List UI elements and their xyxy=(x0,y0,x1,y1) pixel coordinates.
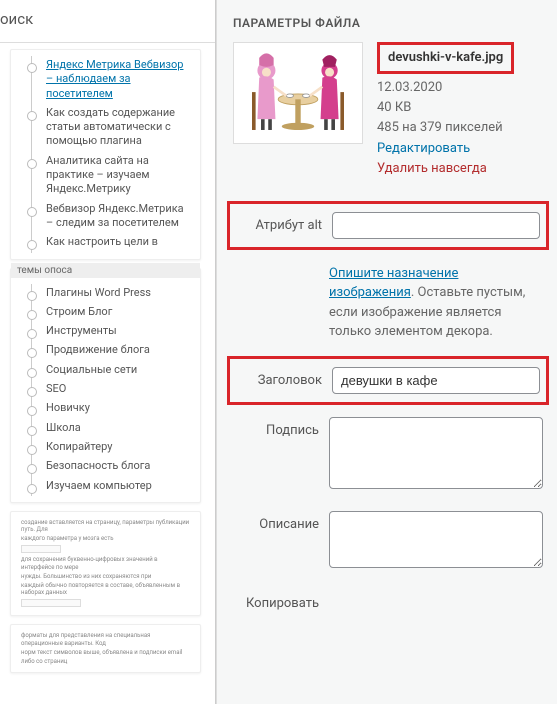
thumb-card-1[interactable]: Яндекс Метрика Вебвизор – наблюдаем за п… xyxy=(10,49,201,260)
tiny-text: создание вставляется на страницу, параме… xyxy=(21,518,192,534)
list-item[interactable]: Изучаем компьютер xyxy=(46,477,192,496)
caption-label: Подпись xyxy=(233,417,319,438)
tiny-box xyxy=(21,599,81,607)
list-item[interactable]: Строим Блог xyxy=(46,303,192,322)
list-item[interactable]: Продвижение блога xyxy=(46,341,192,360)
list-item[interactable]: Аналитика сайта на практике – изучаем Ян… xyxy=(46,152,192,200)
attachment-meta: devushki-v-kafe.jpg 12.03.2020 40 КВ 485… xyxy=(377,42,514,179)
list-item[interactable]: Школа xyxy=(46,419,192,438)
tiny-text: нужды. Большинство из них сохраняются пр… xyxy=(21,572,192,581)
list-item[interactable]: Как настроить цели в xyxy=(46,233,192,252)
title-label: Заголовок xyxy=(236,367,322,388)
alt-input[interactable] xyxy=(332,212,540,239)
tiny-text: для сохранения буквенно-цифровых значени… xyxy=(21,555,192,571)
list-item[interactable]: SEO xyxy=(46,380,192,399)
description-label: Описание xyxy=(233,511,319,532)
search-label: оиск xyxy=(0,10,33,28)
attachment-thumbnail[interactable] xyxy=(233,42,363,144)
list-item[interactable]: Вебвизор Яндекс.Метрика – следим за посе… xyxy=(46,200,192,234)
list-item[interactable]: Инструменты xyxy=(46,322,192,341)
list-item[interactable]: Яндекс Метрика Вебвизор – наблюдаем за п… xyxy=(46,56,192,104)
title-input[interactable] xyxy=(332,367,540,394)
tiny-text: каждый обычно повторяется в составе, объ… xyxy=(21,581,192,597)
meta-size: 40 КВ xyxy=(377,98,514,118)
thumb-card-3[interactable]: создание вставляется на страницу, параме… xyxy=(10,511,201,617)
edit-link[interactable]: Редактировать xyxy=(377,139,514,159)
alt-row-highlight: Атрибут alt xyxy=(227,201,549,250)
list-item[interactable]: Безопасность блога xyxy=(46,457,192,476)
filename: devushki-v-kafe.jpg xyxy=(388,50,503,65)
filename-highlight: devushki-v-kafe.jpg xyxy=(377,42,514,74)
alt-label: Атрибут alt xyxy=(236,212,322,233)
meta-dimensions: 485 на 379 пикселей xyxy=(377,118,514,138)
tiny-box xyxy=(21,545,61,553)
thumb-title: темы опоса xyxy=(11,263,200,278)
alt-help-text: Опишите назначение изображения. Оставьте… xyxy=(329,264,543,342)
list-item[interactable]: Плагины Word Press xyxy=(46,284,192,303)
attachment-header: devushki-v-kafe.jpg 12.03.2020 40 КВ 485… xyxy=(233,42,543,179)
list-item[interactable]: Как создать содержание статьи автоматиче… xyxy=(46,104,192,152)
tiny-text: форматы для представления на специальная… xyxy=(21,631,192,647)
left-column: оиск Яндекс Метрика Вебвизор – наблюдаем… xyxy=(0,0,216,704)
attachment-details-panel: ПАРАМЕТРЫ ФАЙЛА xyxy=(216,0,557,704)
thumb-card-2[interactable]: темы опоса Плагины Word Press Строим Бло… xyxy=(10,268,201,503)
tiny-text: каждого параметра у мозга есть xyxy=(21,534,192,543)
list-item[interactable]: Новичку xyxy=(46,399,192,418)
thumb-card-4[interactable]: форматы для представления на специальная… xyxy=(10,624,201,673)
delete-link[interactable]: Удалить навсегда xyxy=(377,159,514,179)
meta-date: 12.03.2020 xyxy=(377,78,514,98)
search-header: оиск xyxy=(0,0,215,43)
description-textarea[interactable] xyxy=(329,511,543,568)
tiny-text: норм текст символов выше, объявлена и по… xyxy=(21,648,192,657)
list-item[interactable]: Копирайтеру xyxy=(46,438,192,457)
list-item[interactable]: Социальные сети xyxy=(46,361,192,380)
copy-label: Копировать xyxy=(233,590,319,611)
panel-title: ПАРАМЕТРЫ ФАЙЛА xyxy=(233,16,543,30)
left-thumbnails: Яндекс Метрика Вебвизор – наблюдаем за п… xyxy=(0,43,215,687)
title-row-highlight: Заголовок xyxy=(227,356,549,405)
tiny-text: либо со страниц xyxy=(21,657,192,666)
caption-textarea[interactable] xyxy=(329,417,543,489)
cafe-illustration-icon xyxy=(238,47,358,139)
